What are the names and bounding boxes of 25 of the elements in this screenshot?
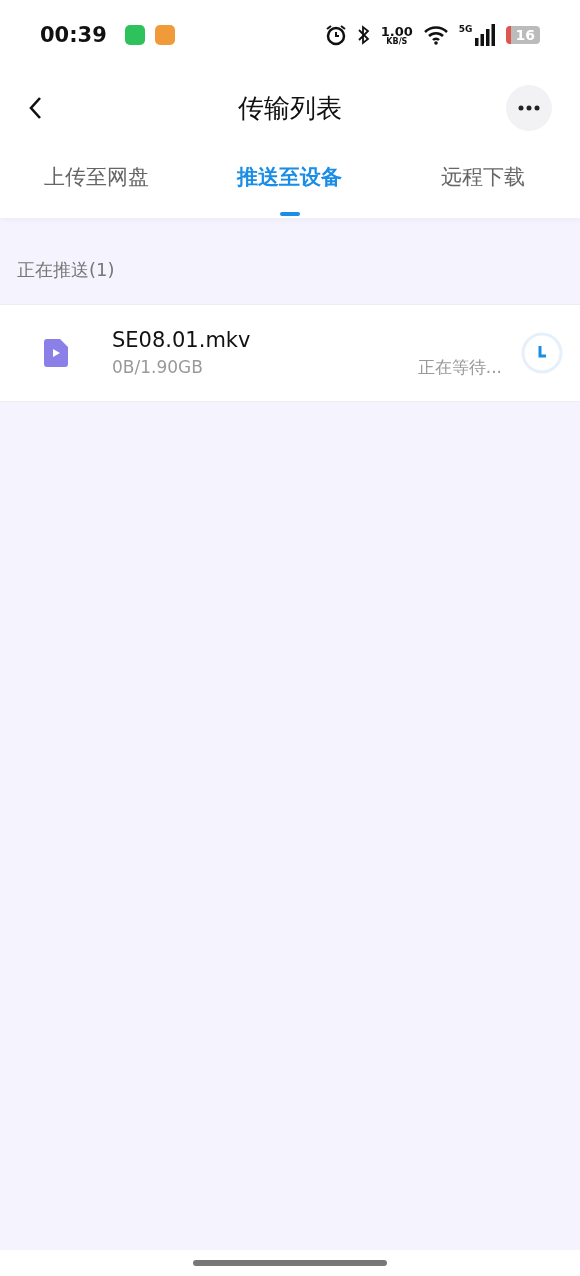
- tab[interactable]: 上传至网盘: [0, 146, 194, 218]
- bluetooth-icon: [356, 24, 371, 46]
- video-file-icon: [44, 339, 68, 367]
- file-name: SE08.01.mkv: [112, 327, 252, 352]
- app-icon: [154, 25, 175, 45]
- chat-app-icon: [124, 25, 145, 45]
- network-speed: 1.00: [380, 24, 413, 38]
- back-icon: [28, 96, 42, 120]
- section-title: 正在推送(1): [16, 258, 116, 282]
- more-button[interactable]: [506, 85, 552, 131]
- network-type: 5G: [458, 24, 473, 34]
- more-icon: [518, 105, 540, 111]
- signal-icon: [473, 24, 496, 46]
- speed-unit: KB/S: [386, 37, 408, 46]
- wifi-icon: [422, 25, 449, 45]
- clock-time: 00:39: [40, 23, 107, 47]
- battery-level: 16: [505, 26, 540, 44]
- page-title: 传输列表: [237, 91, 343, 125]
- transfer-status: 正在等待...: [417, 355, 502, 379]
- clock-icon: [520, 331, 564, 375]
- transfer-item[interactable]: SE08.01.mkv 0B/1.90GB 正在等待...: [0, 304, 580, 402]
- alarm-icon: [324, 24, 347, 46]
- tab[interactable]: 推送至设备: [193, 146, 387, 218]
- tab[interactable]: 远程下载: [386, 146, 580, 218]
- file-size: 0B/1.90GB: [112, 357, 204, 377]
